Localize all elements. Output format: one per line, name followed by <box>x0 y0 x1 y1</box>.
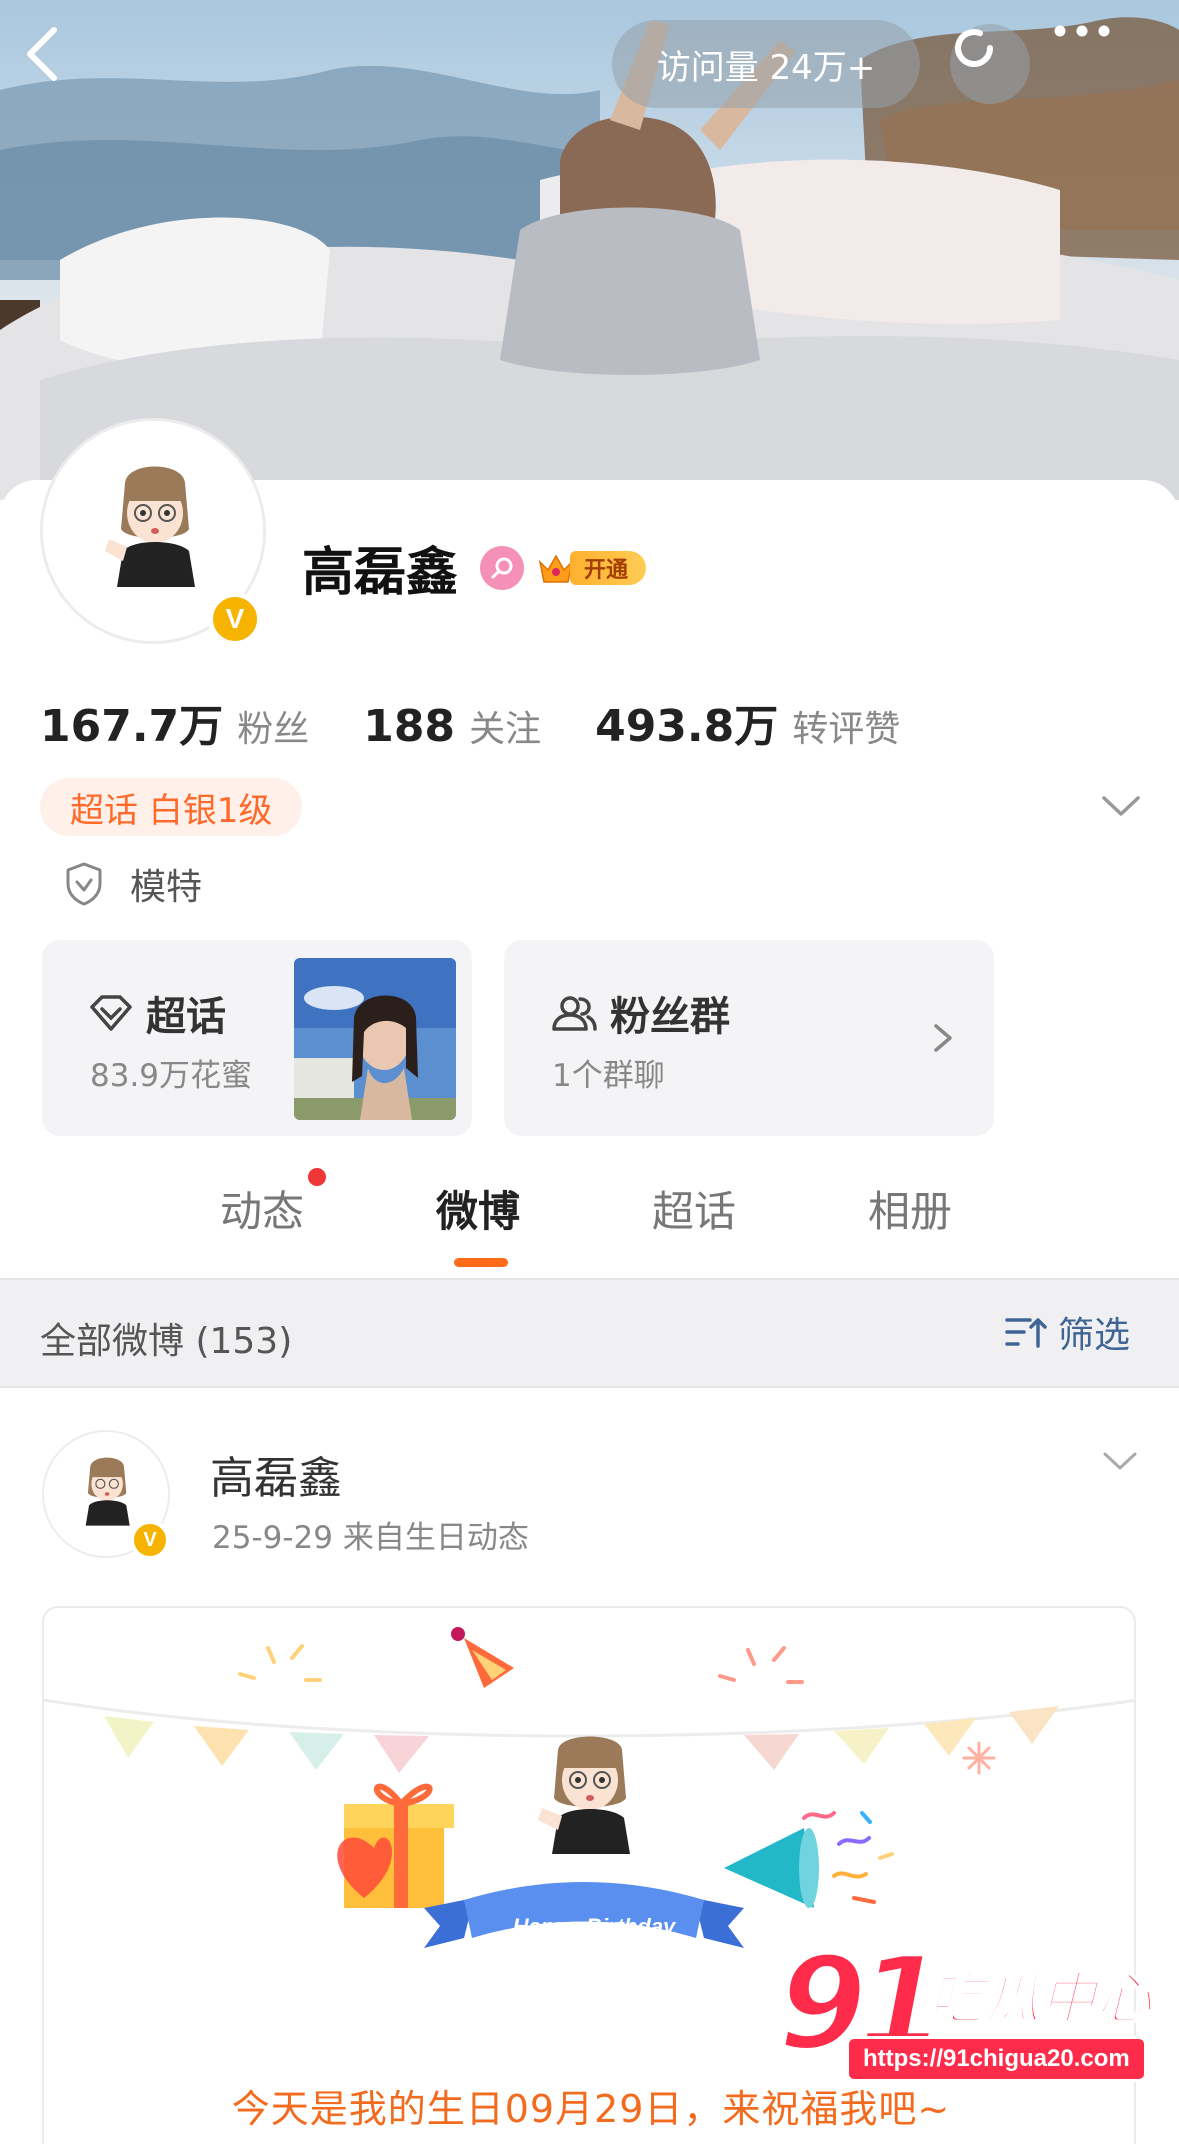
shield-check-icon <box>66 862 102 906</box>
site-watermark: 91 吃瓜中心 https://91chigua20.com <box>776 1928 1178 2090</box>
fan-group-card[interactable]: 粉丝群 1个群聊 <box>504 940 994 1136</box>
watermark-url: https://91chigua20.com <box>846 2036 1147 2082</box>
super-topic-subtitle: 83.9万花蜜 <box>90 1058 253 1094</box>
visits-label: 访问量 24万+ <box>656 47 876 88</box>
occupation-label: 模特 <box>130 867 203 908</box>
profile-name: 高磊鑫 <box>302 543 459 603</box>
profile-tabs: 动态 微博 超话 相册 <box>0 1158 1179 1278</box>
super-topic-title-row: 超话 <box>88 984 226 1042</box>
more-dots-icon <box>1054 25 1110 37</box>
super-topic-thumbnail <box>294 958 456 1120</box>
super-topic-title: 超话 <box>146 994 226 1040</box>
chevron-down-icon[interactable] <box>1100 1444 1140 1480</box>
tab-album[interactable]: 相册 <box>868 1178 952 1239</box>
verified-badge: V <box>208 592 262 646</box>
filter-bar: 全部微博 (153) 筛选 <box>0 1278 1179 1388</box>
back-arrow-icon <box>27 27 57 81</box>
vip-open-button[interactable]: 开通 <box>536 546 647 590</box>
group-people-icon <box>552 996 597 1031</box>
vip-label: 开通 <box>570 550 647 585</box>
filter-button[interactable]: 筛选 <box>1004 1306 1130 1358</box>
visits-counter[interactable]: 访问量 24万+ <box>612 20 920 108</box>
profile-stats: 167.7万 粉丝 188 关注 493.8万 转评赞 <box>40 690 954 754</box>
watermark-name: 吃瓜中心 <box>927 1966 1153 2033</box>
super-topic-level-tag[interactable]: 超话 白银1级 <box>40 778 303 836</box>
diamond-icon <box>90 995 132 1031</box>
following-label[interactable]: 关注 <box>469 700 541 752</box>
profile-name-row: 高磊鑫 开通 <box>302 530 647 605</box>
fan-group-title: 粉丝群 <box>610 994 730 1040</box>
chevron-right-icon <box>934 1024 952 1052</box>
interactions-count[interactable]: 493.8万 <box>595 690 778 754</box>
super-topic-card[interactable]: 超话 83.9万花蜜 <box>42 940 472 1136</box>
back-button[interactable] <box>22 24 92 104</box>
refresh-icon <box>955 29 993 68</box>
occupation-row: 模特 <box>62 858 202 910</box>
refresh-button[interactable] <box>950 24 1030 104</box>
followers-count[interactable]: 167.7万 <box>40 690 223 754</box>
fan-group-title-row: 粉丝群 <box>550 984 730 1042</box>
female-icon <box>480 545 525 590</box>
filter-sort-icon <box>1005 1318 1047 1348</box>
fan-group-subtitle: 1个群聊 <box>552 1058 665 1094</box>
interactions-label[interactable]: 转评赞 <box>792 700 900 752</box>
filter-button-label: 筛选 <box>1058 1315 1131 1356</box>
tab-dynamics[interactable]: 动态 <box>220 1178 304 1239</box>
followers-label[interactable]: 粉丝 <box>237 700 309 752</box>
verified-badge: V <box>130 1520 170 1560</box>
birthday-banner-text: Happy Birthday <box>512 1914 676 1939</box>
post-meta: 25-9-29 来自生日动态 <box>212 1520 529 1556</box>
following-count[interactable]: 188 <box>363 701 455 752</box>
all-posts-count: 全部微博 (153) <box>40 1321 293 1362</box>
new-indicator-dot <box>308 1168 326 1186</box>
active-tab-indicator <box>454 1258 508 1267</box>
more-options-button[interactable] <box>1052 24 1162 104</box>
post-author-name[interactable]: 高磊鑫 <box>210 1442 342 1506</box>
chevron-down-icon[interactable] <box>1098 786 1144 826</box>
tab-super-topic[interactable]: 超话 <box>652 1178 736 1239</box>
tab-weibo[interactable]: 微博 <box>436 1178 520 1239</box>
